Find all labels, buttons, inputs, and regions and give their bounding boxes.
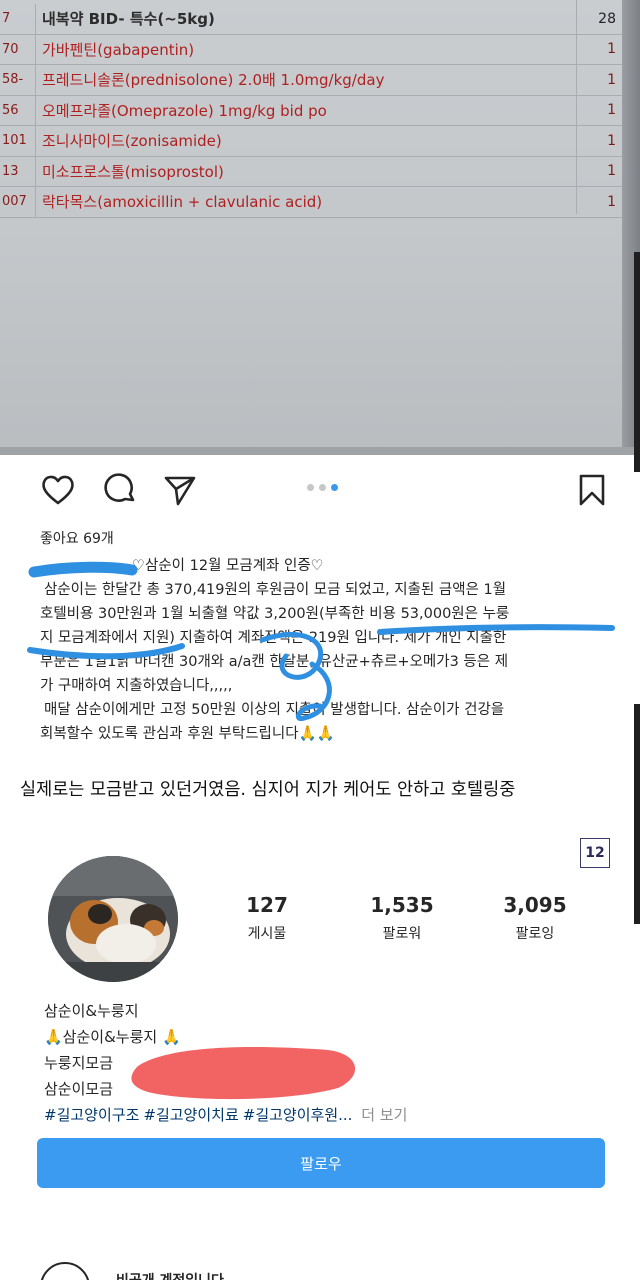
rx-code: 7 bbox=[0, 4, 36, 34]
rx-code: 101 bbox=[0, 126, 36, 156]
post-caption: ♡삼순이 12월 모금계좌 인증♡ 삼순이는 한달간 총 370,419원의 후… bbox=[40, 554, 620, 746]
monitor-bezel-bottom bbox=[0, 447, 640, 455]
private-account-notice: 비공개 계정입니다 bbox=[40, 1262, 224, 1280]
prescription-row: 56 오메프라졸(Omeprazole) 1mg/kg bid po 1 bbox=[0, 95, 622, 126]
caption-line: 호텔비용 30만원과 1월 뇌출혈 약값 3,200원(부족한 비용 53,00… bbox=[40, 606, 510, 622]
caption-line: 삼순이는 한달간 총 370,419원의 후원금이 모금 되었고, 지출된 금액… bbox=[44, 582, 507, 598]
rx-name: 조니사마이드(zonisamide) bbox=[42, 132, 222, 151]
rx-qty: 1 bbox=[607, 193, 616, 210]
commentary-text: 실제로는 모금받고 있던거였음. 심지어 지가 케어도 안하고 호텔링중 bbox=[20, 780, 516, 800]
hashtag-link[interactable]: #길고양이후원... bbox=[243, 1106, 353, 1124]
prescription-row: 007 락타목스(amoxicillin + clavulanic acid) … bbox=[0, 187, 622, 218]
stat-number: 1,535 bbox=[370, 893, 434, 917]
rx-name: 오메프라졸(Omeprazole) 1mg/kg bid po bbox=[42, 101, 327, 120]
private-account-text: 비공개 계정입니다 bbox=[116, 1270, 224, 1280]
lock-icon bbox=[40, 1262, 90, 1280]
carousel-dot bbox=[319, 484, 326, 491]
rx-code: 13 bbox=[0, 156, 36, 186]
cat-photo bbox=[48, 856, 178, 982]
caption-title: ♡삼순이 12월 모금계좌 인증♡ bbox=[132, 558, 324, 574]
rx-name: 프레드니솔론(prednisolone) 2.0배 1.0mg/kg/day bbox=[42, 71, 385, 90]
post-photo: 7 내복약 BID- 특수(~5kg) 28 70 가바펜틴(gabapenti… bbox=[0, 0, 640, 455]
stat-label: 게시물 bbox=[247, 926, 287, 942]
rx-name: 락타목스(amoxicillin + clavulanic acid) bbox=[42, 193, 323, 212]
rx-name: 가바펜틴(gabapentin) bbox=[42, 40, 195, 59]
red-redaction-mark bbox=[131, 1047, 356, 1100]
rx-code: 58- bbox=[0, 65, 36, 95]
image-count-badge: 12 bbox=[580, 838, 610, 868]
rx-qty: 1 bbox=[607, 163, 616, 180]
heart-icon[interactable] bbox=[40, 472, 76, 508]
caption-line: 회복할수 있도록 관심과 후원 부탁드립니다🙏🙏 bbox=[40, 726, 335, 742]
caption-line: 가 구매하여 지출하였습니다,,,,, bbox=[40, 678, 233, 694]
stat-followers[interactable]: 1,535 팔로워 bbox=[342, 893, 462, 943]
rx-code: 56 bbox=[0, 95, 36, 125]
share-icon[interactable] bbox=[162, 472, 198, 508]
follow-button[interactable]: 팔로우 bbox=[37, 1138, 605, 1188]
rx-code: 70 bbox=[0, 34, 36, 64]
caption-line: 매달 삼순이에게만 고정 50만원 이상의 지출이 발생합니다. 삼순이가 건강… bbox=[44, 702, 505, 718]
more-link[interactable]: 더 보기 bbox=[361, 1106, 407, 1124]
prescription-row: 13 미소프로스톨(misoprostol) 1 bbox=[0, 156, 622, 187]
prescription-row: 101 조니사마이드(zonisamide) 1 bbox=[0, 126, 622, 157]
stat-following[interactable]: 3,095 팔로잉 bbox=[475, 893, 595, 943]
prescription-row: 70 가바펜틴(gabapentin) 1 bbox=[0, 34, 622, 65]
screen-edge-mark bbox=[634, 704, 640, 924]
prescription-table: 7 내복약 BID- 특수(~5kg) 28 70 가바펜틴(gabapenti… bbox=[0, 4, 622, 218]
rx-qty: 1 bbox=[607, 71, 616, 88]
caption-line: 지 모금계좌에서 지원) 지출하여 계좌잔액은 219원 입니다. 제가 개인 … bbox=[40, 630, 507, 646]
comment-icon[interactable] bbox=[102, 472, 138, 508]
stat-number: 127 bbox=[246, 893, 288, 917]
rx-qty: 28 bbox=[598, 10, 616, 27]
rx-qty: 1 bbox=[607, 102, 616, 119]
stat-number: 3,095 bbox=[503, 893, 567, 917]
carousel-dot bbox=[307, 484, 314, 491]
rx-name: 내복약 BID- 특수(~5kg) bbox=[42, 10, 215, 29]
prescription-header-row: 7 내복약 BID- 특수(~5kg) 28 bbox=[0, 4, 622, 35]
caption-line: 부분은 1일1닭 마더캔 30개와 a/a캔 한달분, 유산균+츄르+오메가3 … bbox=[40, 654, 509, 670]
stat-label: 팔로워 bbox=[382, 926, 422, 942]
profile-name: 삼순이&누룽지 bbox=[44, 1002, 139, 1020]
rx-name: 미소프로스톨(misoprostol) bbox=[42, 162, 224, 181]
profile-avatar[interactable] bbox=[48, 856, 178, 982]
screen-edge-mark bbox=[634, 252, 640, 472]
carousel-dot-active bbox=[331, 484, 338, 491]
hashtag-link[interactable]: #길고양이치료 bbox=[143, 1106, 238, 1124]
rx-qty: 1 bbox=[607, 41, 616, 58]
rx-qty: 1 bbox=[607, 132, 616, 149]
bookmark-icon[interactable] bbox=[574, 472, 610, 508]
stat-posts[interactable]: 127 게시물 bbox=[207, 893, 327, 943]
hashtag-link[interactable]: #길고양이구조 bbox=[44, 1106, 139, 1124]
carousel-indicator bbox=[307, 484, 338, 491]
rx-code: 007 bbox=[0, 187, 36, 217]
table-divider bbox=[576, 0, 577, 214]
prescription-row: 58- 프레드니솔론(prednisolone) 2.0배 1.0mg/kg/d… bbox=[0, 65, 622, 96]
stat-label: 팔로잉 bbox=[515, 926, 555, 942]
like-count[interactable]: 좋아요 69개 bbox=[40, 528, 114, 548]
